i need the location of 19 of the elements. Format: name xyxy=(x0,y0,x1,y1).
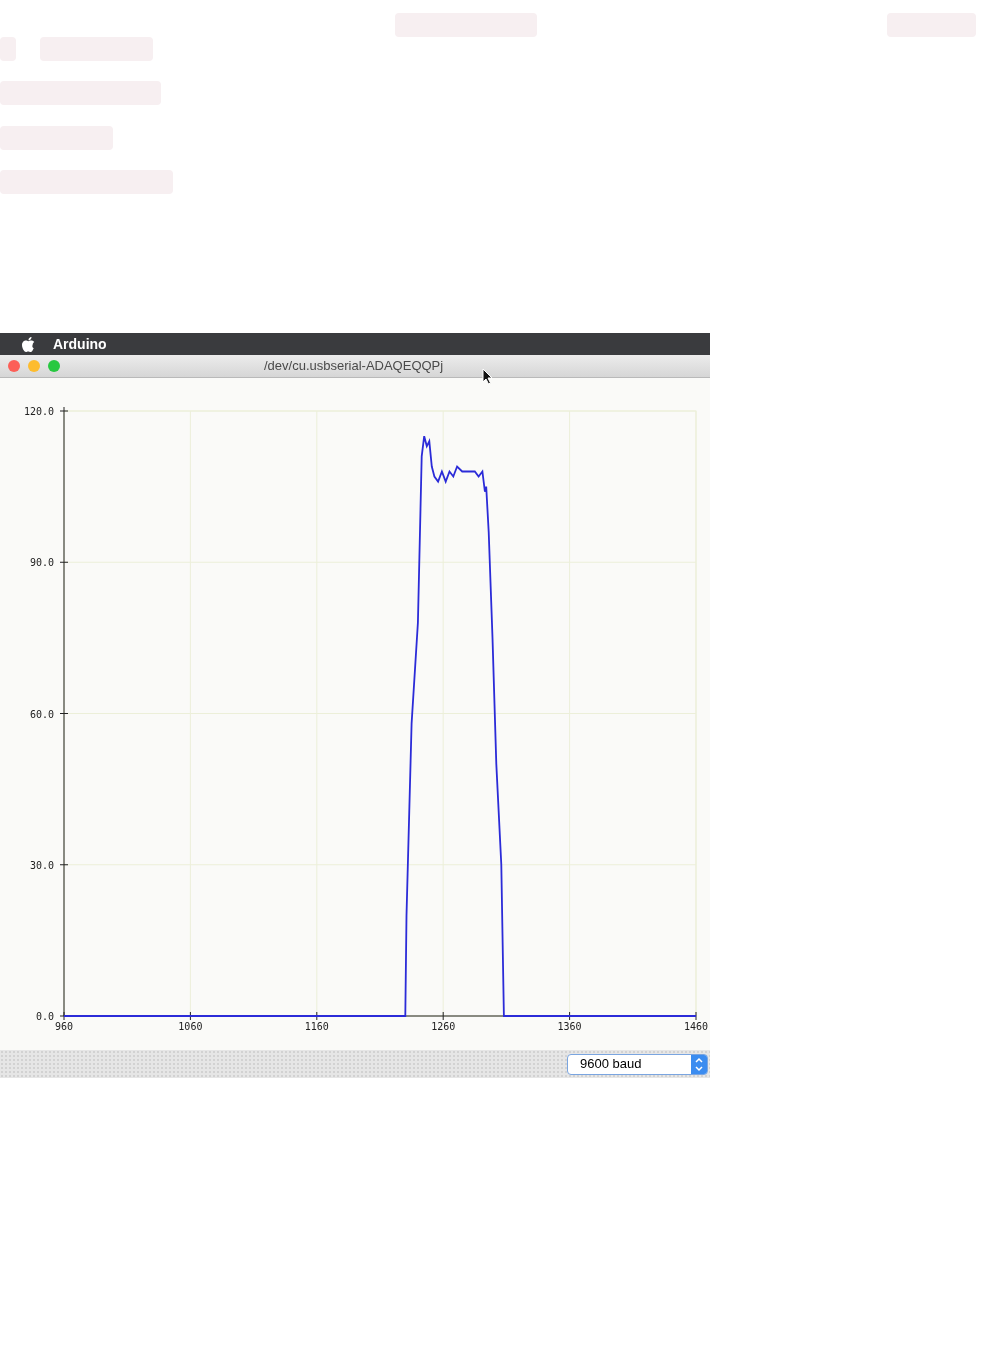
y-tick-label: 120.0 xyxy=(23,406,54,417)
x-tick-label: 1460 xyxy=(683,1021,709,1032)
y-tick-label: 0.0 xyxy=(35,1011,54,1022)
window-title: /dev/cu.usbserial-ADAQEQQPj xyxy=(264,357,444,376)
y-tick-label: 30.0 xyxy=(29,859,54,871)
app-name[interactable]: Arduino xyxy=(53,333,107,355)
x-tick-label: 1160 xyxy=(304,1021,329,1032)
close-button[interactable] xyxy=(8,360,20,372)
y-tick-label: 90.0 xyxy=(29,557,54,569)
stepper-icon xyxy=(691,1054,707,1074)
x-tick-label: 1360 xyxy=(557,1021,582,1032)
x-tick-label: 1060 xyxy=(178,1021,203,1032)
zoom-button[interactable] xyxy=(48,360,60,372)
y-tick-label: 60.0 xyxy=(29,708,54,720)
x-tick-label: 960 xyxy=(54,1021,74,1032)
baud-rate-dropdown[interactable]: 9600 baud xyxy=(567,1053,708,1075)
minimize-button[interactable] xyxy=(28,360,40,372)
apple-icon[interactable] xyxy=(22,336,35,352)
x-tick-label: 1260 xyxy=(431,1021,456,1032)
